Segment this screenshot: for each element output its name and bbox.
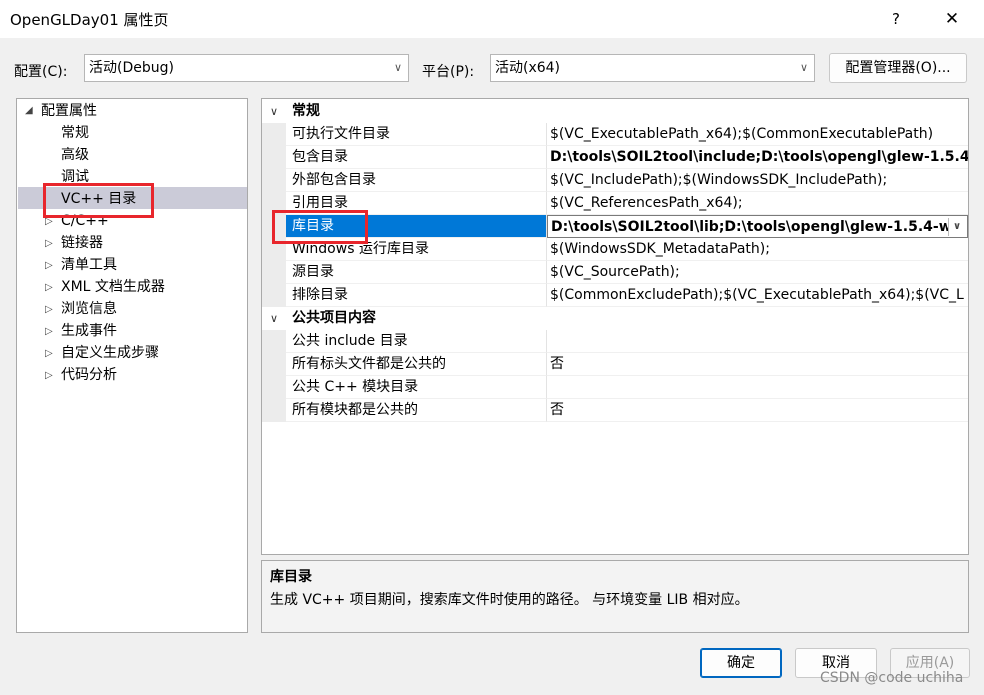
category-general[interactable]: ∨ 常规 <box>262 100 968 123</box>
property-grid: ∨ 常规 可执行文件目录 $(VC_ExecutablePath_x64);$(… <box>261 98 969 555</box>
description-title: 库目录 <box>270 569 312 585</box>
expand-triangle-icon[interactable]: ▷ <box>45 238 53 249</box>
title-bar: OpenGLDay01 属性页 ? ✕ <box>0 0 984 38</box>
property-tree: ◢ 配置属性 常规 高级 调试 VC++ 目录 ▷ C/C++ ▷ 链接器 ▷ … <box>16 98 248 633</box>
chevron-down-icon[interactable]: ∨ <box>948 218 965 236</box>
expand-triangle-icon[interactable]: ▷ <box>45 282 53 293</box>
property-value[interactable]: 否 <box>547 399 968 422</box>
property-row[interactable]: 所有模块都是公共的 否 <box>262 399 968 422</box>
property-name: 引用目录 <box>286 192 547 215</box>
platform-label: 平台(P): <box>422 64 475 80</box>
property-value[interactable] <box>547 376 968 399</box>
property-name: 所有标头文件都是公共的 <box>286 353 547 376</box>
config-label: 配置(C): <box>14 64 68 80</box>
property-name: 公共 C++ 模块目录 <box>286 376 547 399</box>
help-icon[interactable]: ? <box>884 6 908 32</box>
property-row[interactable]: 引用目录 $(VC_ReferencesPath_x64); <box>262 192 968 215</box>
property-value[interactable]: $(VC_ExecutablePath_x64);$(CommonExecuta… <box>547 123 968 146</box>
property-name: 可执行文件目录 <box>286 123 547 146</box>
close-icon[interactable]: ✕ <box>938 6 966 32</box>
property-name: 排除目录 <box>286 284 547 307</box>
category-public-project-content[interactable]: ∨ 公共项目内容 <box>262 307 968 330</box>
property-value[interactable]: $(WindowsSDK_MetadataPath); <box>547 238 968 261</box>
property-value[interactable]: D:\tools\SOIL2tool\include;D:\tools\open… <box>547 146 968 169</box>
property-row[interactable]: 外部包含目录 $(VC_IncludePath);$(WindowsSDK_In… <box>262 169 968 192</box>
property-value-input[interactable]: D:\tools\SOIL2tool\lib;D:\tools\opengl\g… <box>547 215 968 238</box>
property-row[interactable]: 公共 include 目录 <box>262 330 968 353</box>
chevron-down-icon[interactable]: ∨ <box>270 100 278 123</box>
expand-triangle-icon[interactable]: ▷ <box>45 326 53 337</box>
description-panel: 库目录 生成 VC++ 项目期间，搜索库文件时使用的路径。 与环境变量 LIB … <box>261 560 969 633</box>
property-name: Windows 运行库目录 <box>286 238 547 261</box>
property-name: 外部包含目录 <box>286 169 547 192</box>
collapse-triangle-icon[interactable]: ◢ <box>25 105 33 116</box>
tree-item-c-cpp[interactable]: C/C++ <box>61 210 109 232</box>
description-text: 生成 VC++ 项目期间，搜索库文件时使用的路径。 与环境变量 LIB 相对应。 <box>270 592 749 608</box>
watermark: CSDN @code uchiha <box>820 670 964 686</box>
config-select-value: 活动(Debug) <box>89 60 174 76</box>
property-row[interactable]: 排除目录 $(CommonExcludePath);$(VC_Executabl… <box>262 284 968 307</box>
chevron-down-icon: ∨ <box>393 61 402 74</box>
property-value[interactable] <box>547 330 968 353</box>
expand-triangle-icon[interactable]: ▷ <box>45 348 53 359</box>
property-value[interactable]: 否 <box>547 353 968 376</box>
chevron-down-icon[interactable]: ∨ <box>270 307 278 330</box>
ok-button[interactable]: 确定 <box>700 648 782 678</box>
tree-root-config-properties[interactable]: 配置属性 <box>41 100 97 122</box>
property-name: 包含目录 <box>286 146 547 169</box>
tree-item-browse-info[interactable]: 浏览信息 <box>61 298 117 320</box>
property-name: 公共 include 目录 <box>286 330 547 353</box>
expand-triangle-icon[interactable]: ▷ <box>45 370 53 381</box>
config-select[interactable]: 活动(Debug) ∨ <box>84 54 409 82</box>
config-manager-button[interactable]: 配置管理器(O)... <box>829 53 967 83</box>
property-row-library-directories[interactable]: 库目录 D:\tools\SOIL2tool\lib;D:\tools\open… <box>262 215 968 238</box>
property-value[interactable]: $(CommonExcludePath);$(VC_ExecutablePath… <box>547 284 968 307</box>
tree-item-debugging[interactable]: 调试 <box>61 166 89 188</box>
chevron-down-icon: ∨ <box>799 61 808 74</box>
tree-item-custom-build-step[interactable]: 自定义生成步骤 <box>61 342 159 364</box>
tree-item-manifest-tool[interactable]: 清单工具 <box>61 254 117 276</box>
property-value[interactable]: $(VC_IncludePath);$(WindowsSDK_IncludePa… <box>547 169 968 192</box>
property-name: 所有模块都是公共的 <box>286 399 547 422</box>
platform-select[interactable]: 活动(x64) ∨ <box>490 54 815 82</box>
tree-item-build-events[interactable]: 生成事件 <box>61 320 117 342</box>
property-value[interactable]: $(VC_ReferencesPath_x64); <box>547 192 968 215</box>
window-title: OpenGLDay01 属性页 <box>10 11 169 29</box>
property-name: 库目录 <box>286 215 547 238</box>
tree-item-general[interactable]: 常规 <box>61 122 89 144</box>
property-row[interactable]: Windows 运行库目录 $(WindowsSDK_MetadataPath)… <box>262 238 968 261</box>
property-value[interactable]: $(VC_SourcePath); <box>547 261 968 284</box>
platform-select-value: 活动(x64) <box>495 60 561 76</box>
tree-item-xml-doc-generator[interactable]: XML 文档生成器 <box>61 276 165 298</box>
expand-triangle-icon[interactable]: ▷ <box>45 304 53 315</box>
property-row[interactable]: 包含目录 D:\tools\SOIL2tool\include;D:\tools… <box>262 146 968 169</box>
property-name: 源目录 <box>286 261 547 284</box>
expand-triangle-icon[interactable]: ▷ <box>45 216 53 227</box>
property-row[interactable]: 所有标头文件都是公共的 否 <box>262 353 968 376</box>
property-row[interactable]: 可执行文件目录 $(VC_ExecutablePath_x64);$(Commo… <box>262 123 968 146</box>
property-row[interactable]: 源目录 $(VC_SourcePath); <box>262 261 968 284</box>
expand-triangle-icon[interactable]: ▷ <box>45 260 53 271</box>
tree-item-vc-directories[interactable]: VC++ 目录 <box>61 188 136 210</box>
tree-item-advanced[interactable]: 高级 <box>61 144 89 166</box>
property-row[interactable]: 公共 C++ 模块目录 <box>262 376 968 399</box>
tree-item-code-analysis[interactable]: 代码分析 <box>61 364 117 386</box>
tree-item-linker[interactable]: 链接器 <box>61 232 103 254</box>
